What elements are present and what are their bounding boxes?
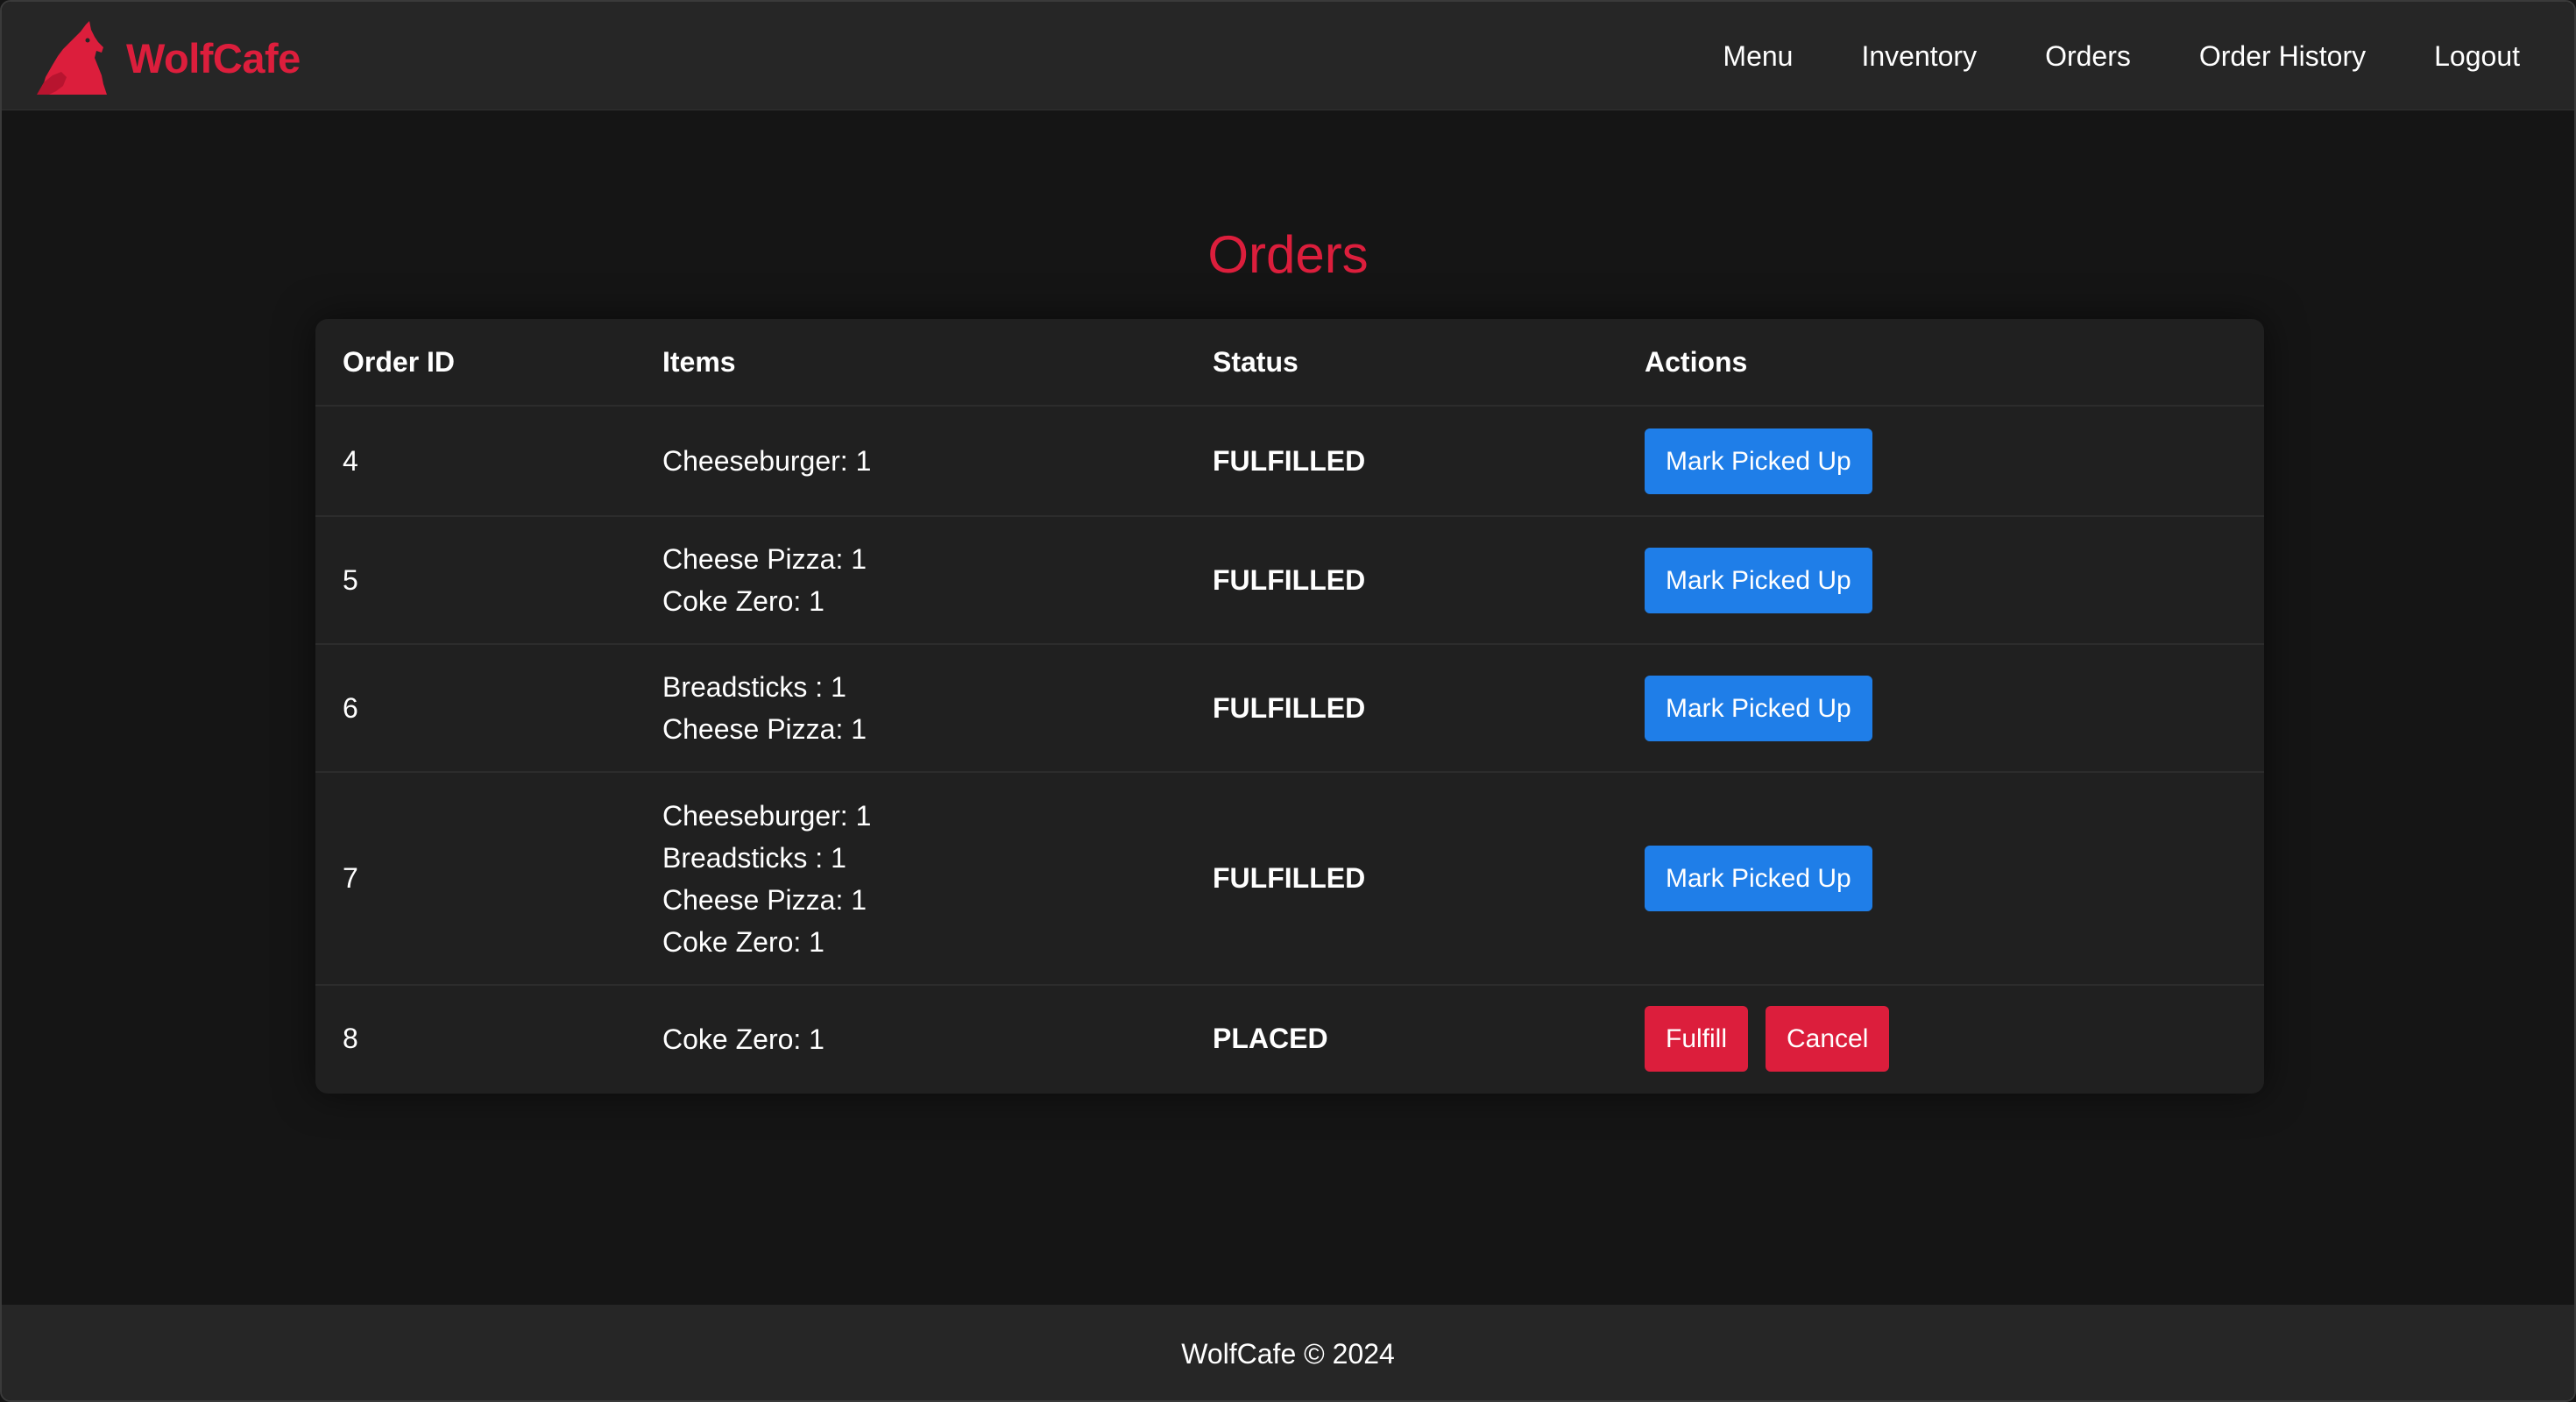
table-row: 6 Breadsticks : 1 Cheese Pizza: 1 FULFIL… [315,644,2264,773]
table-header-row: Order ID Items Status Actions [315,319,2264,407]
order-id-cell: 5 [315,516,662,645]
items-cell: Coke Zero: 1 [662,985,1213,1092]
footer: WolfCafe © 2024 [2,1305,2574,1400]
items-cell: Cheeseburger: 1 Breadsticks : 1 Cheese P… [662,772,1213,986]
actions-cell: Mark Picked Up [1645,772,2264,986]
item-line: Coke Zero: 1 [662,925,824,958]
table-row: 5 Cheese Pizza: 1 Coke Zero: 1 FULFILLED… [315,516,2264,645]
brand-link[interactable]: WolfCafe [37,21,301,95]
nav-link-menu[interactable]: Menu [1723,40,1793,73]
table-row: 7 Cheeseburger: 1 Breadsticks : 1 Cheese… [315,772,2264,986]
table-row: 8 Coke Zero: 1 PLACED Fulfill Cancel [315,985,2264,1092]
table-row: 4 Cheeseburger: 1 FULFILLED Mark Picked … [315,406,2264,517]
status-text: FULFILLED [1213,444,1366,477]
item-line: Cheeseburger: 1 [662,445,872,477]
nav-link-orders[interactable]: Orders [2045,40,2131,73]
header-actions: Actions [1645,319,2264,407]
actions-cell: Mark Picked Up [1645,406,2264,517]
order-id-cell: 6 [315,644,662,773]
nav-links: Menu Inventory Orders Order History Logo… [1654,2,2520,110]
items-cell: Cheese Pizza: 1 Coke Zero: 1 [662,516,1213,645]
fulfill-button[interactable]: Fulfill [1645,1006,1749,1072]
navbar: WolfCafe Menu Inventory Orders Order His… [2,2,2574,110]
header-status: Status [1213,319,1645,407]
item-line: Cheese Pizza: 1 [662,883,867,916]
item-line: Cheese Pizza: 1 [662,713,867,745]
cancel-button[interactable]: Cancel [1766,1006,1890,1072]
page-title: Orders [1207,225,1369,284]
mark-picked-up-button[interactable]: Mark Picked Up [1645,675,1872,741]
app-window: WolfCafe Menu Inventory Orders Order His… [0,0,2576,1402]
item-line: Cheeseburger: 1 [662,799,872,832]
header-items: Items [662,319,1213,407]
item-line: Coke Zero: 1 [662,1023,824,1055]
footer-copyright: WolfCafe © 2024 [1181,1338,1395,1370]
actions-cell: Fulfill Cancel [1645,985,2264,1092]
status-cell: FULFILLED [1213,644,1645,773]
status-text: FULFILLED [1213,563,1366,596]
status-text: FULFILLED [1213,691,1366,724]
status-cell: FULFILLED [1213,516,1645,645]
header-order-id: Order ID [315,319,662,407]
order-id-cell: 4 [315,406,662,517]
mark-picked-up-button[interactable]: Mark Picked Up [1645,846,1872,911]
item-line: Cheese Pizza: 1 [662,543,867,575]
order-id-cell: 8 [343,1023,358,1054]
status-text: FULFILLED [1213,862,1366,894]
items-cell: Cheeseburger: 1 [662,406,1213,517]
item-line: Breadsticks : 1 [662,671,846,703]
nav-link-logout[interactable]: Logout [2434,40,2520,73]
nav-link-order-history[interactable]: Order History [2199,40,2366,73]
status-text: PLACED [1213,1023,1328,1054]
item-line: Breadsticks : 1 [662,841,846,874]
item-line: Coke Zero: 1 [662,585,824,617]
items-cell: Breadsticks : 1 Cheese Pizza: 1 [662,644,1213,773]
status-cell: FULFILLED [1213,406,1645,517]
actions-cell: Mark Picked Up [1645,516,2264,645]
mark-picked-up-button[interactable]: Mark Picked Up [1645,428,1872,494]
brand-name: WolfCafe [126,34,301,81]
status-cell: FULFILLED [1213,772,1645,986]
orders-table-card: Order ID Items Status Actions 4 Cheesebu… [315,319,2264,1094]
actions-cell: Mark Picked Up [1645,644,2264,773]
mark-picked-up-button[interactable]: Mark Picked Up [1645,547,1872,613]
status-cell: PLACED [1213,985,1645,1092]
orders-table: Order ID Items Status Actions 4 Cheesebu… [315,319,2264,1092]
order-id-cell: 7 [315,772,662,986]
wolf-howling-icon [37,21,107,95]
nav-link-inventory[interactable]: Inventory [1861,40,1977,73]
